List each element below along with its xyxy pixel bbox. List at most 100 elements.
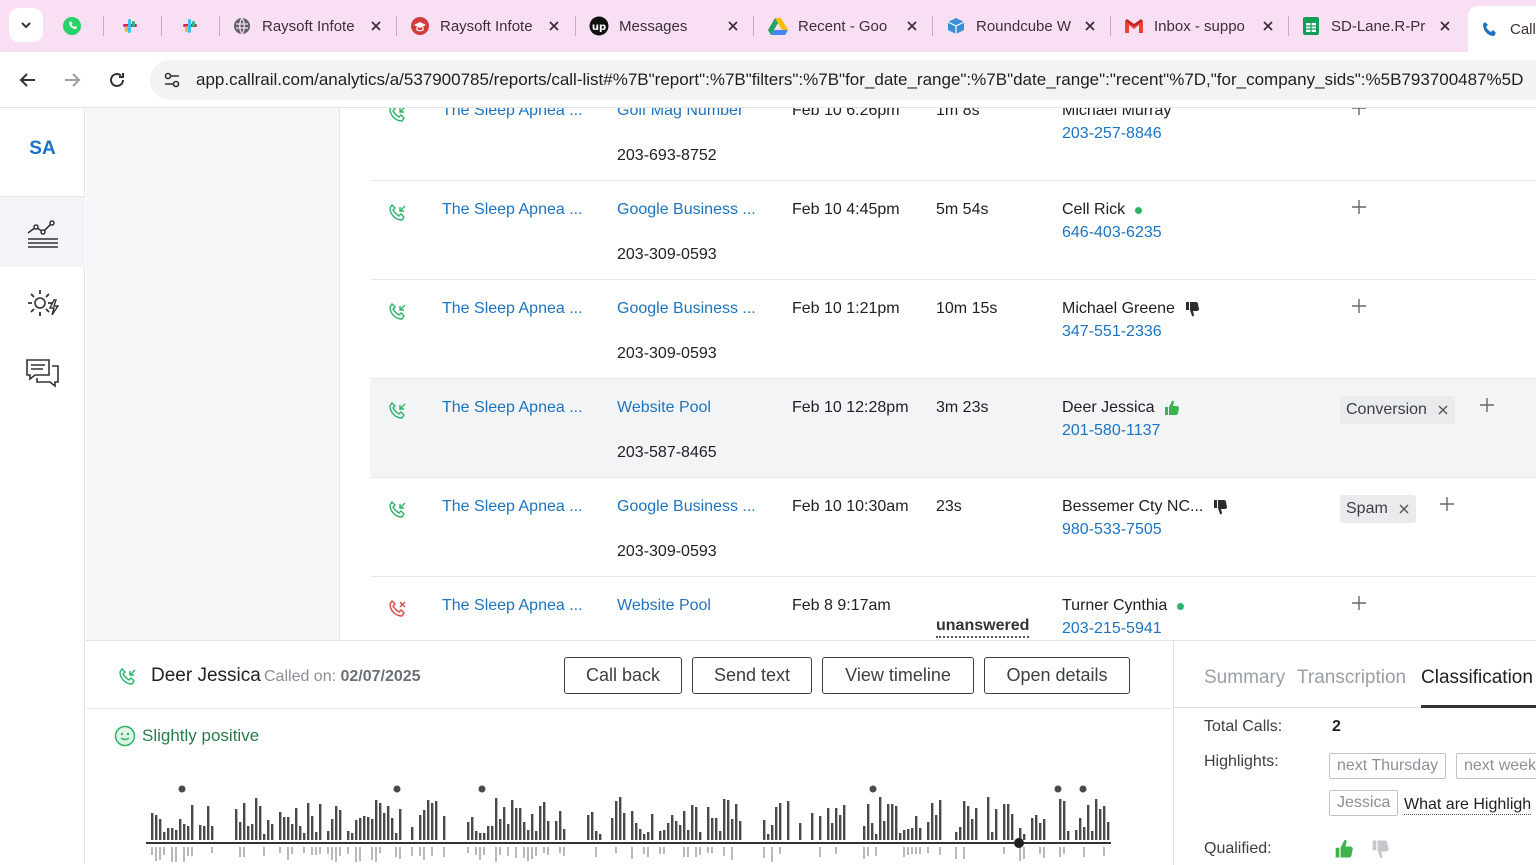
audio-waveform[interactable] bbox=[146, 781, 1116, 865]
highlight-chip[interactable]: Jessica bbox=[1329, 790, 1399, 816]
caller-phone-link[interactable]: 203-257-8846 bbox=[1062, 125, 1162, 143]
tracking-number: 203-309-0593 bbox=[617, 543, 717, 560]
source-link[interactable]: Website Pool bbox=[617, 597, 711, 615]
view-timeline-button[interactable]: View timeline bbox=[822, 657, 974, 694]
what-are-highlights-link[interactable]: What are Highligh bbox=[1404, 796, 1532, 815]
add-tag-button[interactable] bbox=[1437, 494, 1457, 514]
close-icon[interactable] bbox=[1437, 18, 1453, 34]
url-omnibox[interactable]: app.callrail.com/analytics/a/537900785/r… bbox=[150, 60, 1536, 100]
add-tag-button[interactable] bbox=[1349, 108, 1369, 118]
open-details-button[interactable]: Open details bbox=[984, 657, 1130, 694]
waveform-bar-secondary bbox=[475, 847, 477, 855]
thumbs-up-button[interactable] bbox=[1332, 838, 1354, 860]
tab-separator bbox=[575, 16, 576, 36]
waveform-bar bbox=[267, 820, 270, 840]
company-link[interactable]: The Sleep Apnea ... bbox=[442, 498, 583, 516]
site-settings-icon[interactable] bbox=[160, 68, 184, 92]
company-link[interactable]: The Sleep Apnea ... bbox=[442, 300, 583, 318]
sidebar-item-settings[interactable] bbox=[0, 268, 85, 338]
close-icon[interactable] bbox=[725, 18, 741, 34]
waveform-bar bbox=[615, 801, 618, 840]
thumbs-down-button[interactable] bbox=[1369, 838, 1391, 860]
source-link[interactable]: Website Pool bbox=[617, 399, 711, 417]
call-back-button[interactable]: Call back bbox=[564, 657, 682, 694]
close-icon[interactable] bbox=[1260, 18, 1276, 34]
tab-whatsapp[interactable] bbox=[62, 8, 92, 44]
company-link[interactable]: The Sleep Apnea ... bbox=[442, 399, 583, 417]
add-tag-button[interactable] bbox=[1349, 296, 1369, 316]
company-link[interactable]: The Sleep Apnea ... bbox=[442, 597, 583, 615]
tab-search-button[interactable] bbox=[9, 8, 43, 42]
add-tag-button[interactable] bbox=[1349, 197, 1369, 217]
source-link[interactable]: Google Business ... bbox=[617, 201, 756, 219]
table-row[interactable]: The Sleep Apnea ... Golf Mag Number 203-… bbox=[370, 108, 1536, 181]
table-row[interactable]: The Sleep Apnea ... Google Business ... … bbox=[370, 181, 1536, 280]
close-icon[interactable] bbox=[1082, 18, 1098, 34]
source-link[interactable]: Golf Mag Number bbox=[617, 108, 743, 120]
upwork-icon: up bbox=[589, 16, 609, 36]
company-link[interactable]: The Sleep Apnea ... bbox=[442, 201, 583, 219]
add-tag-button[interactable] bbox=[1349, 593, 1369, 613]
table-row-selected[interactable]: The Sleep Apnea ... Website Pool 203-587… bbox=[370, 379, 1536, 478]
account-initials[interactable]: SA bbox=[0, 138, 85, 160]
tab-raysoft-2[interactable]: Raysoft Infote bbox=[410, 8, 562, 44]
close-icon[interactable] bbox=[904, 18, 920, 34]
caller-phone-link[interactable]: 203-215-5941 bbox=[1062, 620, 1162, 638]
waveform-bar bbox=[663, 830, 666, 840]
sidebar-item-conversations[interactable] bbox=[0, 338, 85, 408]
caller-phone-link[interactable]: 347-551-2336 bbox=[1062, 323, 1162, 341]
highlight-chip[interactable]: next Thursday bbox=[1329, 753, 1447, 779]
active-tab-indicator bbox=[1421, 705, 1536, 708]
waveform-bar bbox=[963, 801, 966, 840]
waveform-bar bbox=[843, 805, 846, 840]
send-text-button[interactable]: Send text bbox=[692, 657, 812, 694]
waveform-bar bbox=[623, 813, 626, 840]
table-row[interactable]: The Sleep Apnea ... Google Business ... … bbox=[370, 280, 1536, 379]
waveform-bar-secondary bbox=[355, 847, 357, 862]
waveform-bar bbox=[523, 822, 526, 840]
tab-messages[interactable]: up Messages bbox=[589, 8, 741, 44]
waveform-bar bbox=[555, 821, 558, 840]
reload-button[interactable] bbox=[101, 64, 133, 96]
close-icon[interactable] bbox=[546, 18, 562, 34]
waveform-bar bbox=[711, 818, 714, 840]
table-row[interactable]: The Sleep Apnea ... Website Pool Feb 8 9… bbox=[370, 577, 1536, 640]
waveform-bar bbox=[927, 822, 930, 840]
highlight-chip[interactable]: next week bbox=[1456, 753, 1536, 779]
waveform-bar-secondary bbox=[1103, 847, 1105, 856]
waveform-bar bbox=[967, 806, 970, 840]
tab-raysoft-1[interactable]: Raysoft Infote bbox=[232, 8, 384, 44]
tab-classification[interactable]: Classification bbox=[1421, 667, 1533, 689]
waveform-bar bbox=[735, 804, 738, 840]
waveform-bar bbox=[483, 833, 486, 840]
plus-icon bbox=[1480, 398, 1494, 412]
waveform-bar bbox=[595, 831, 598, 840]
caller-phone-link[interactable]: 980-533-7505 bbox=[1062, 521, 1162, 539]
sidebar-item-analytics[interactable] bbox=[0, 197, 85, 267]
table-row[interactable]: The Sleep Apnea ... Google Business ... … bbox=[370, 478, 1536, 577]
remove-tag-icon[interactable] bbox=[1398, 503, 1410, 515]
tab-summary[interactable]: Summary bbox=[1204, 667, 1285, 689]
tab-gmail[interactable]: Inbox - suppo bbox=[1124, 8, 1276, 44]
tab-sheets[interactable]: SD-Lane.R-Pr bbox=[1301, 8, 1453, 44]
tab-google-drive[interactable]: Recent - Goo bbox=[768, 8, 920, 44]
waveform-bar-secondary bbox=[927, 847, 929, 853]
caller-phone-link[interactable]: 201-580-1137 bbox=[1062, 422, 1160, 440]
waveform-bar-secondary bbox=[863, 847, 865, 859]
thumbs-down-icon bbox=[1372, 840, 1389, 859]
company-link[interactable]: The Sleep Apnea ... bbox=[442, 108, 583, 120]
add-tag-button[interactable] bbox=[1477, 395, 1497, 415]
waveform-bar bbox=[1095, 799, 1098, 840]
source-link[interactable]: Google Business ... bbox=[617, 498, 756, 516]
tab-transcription[interactable]: Transcription bbox=[1297, 667, 1406, 689]
back-button[interactable] bbox=[12, 64, 44, 96]
forward-button[interactable] bbox=[56, 64, 88, 96]
remove-tag-icon[interactable] bbox=[1437, 404, 1449, 416]
caller-phone-link[interactable]: 646-403-6235 bbox=[1062, 224, 1162, 242]
tab-callrail-active[interactable]: Call bbox=[1468, 6, 1536, 52]
tab-slack-1[interactable] bbox=[120, 8, 150, 44]
tab-roundcube[interactable]: Roundcube W bbox=[946, 8, 1098, 44]
source-link[interactable]: Google Business ... bbox=[617, 300, 756, 318]
tab-slack-2[interactable] bbox=[180, 8, 210, 44]
close-icon[interactable] bbox=[368, 18, 384, 34]
